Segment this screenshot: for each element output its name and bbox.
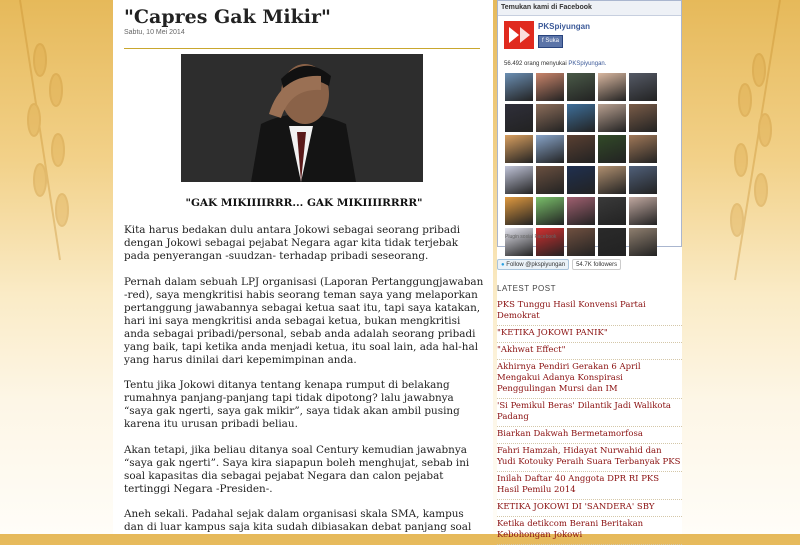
latest-post-link[interactable]: Akhirnya Pendiri Gerakan 6 April Mengaku… [497, 360, 682, 399]
fan-avatar[interactable] [505, 73, 533, 101]
wheat-decoration-right [730, 0, 781, 281]
facebook-box-header: Temukan kami di Facebook [498, 1, 681, 16]
page-logo[interactable] [504, 21, 534, 49]
fan-avatar[interactable] [598, 135, 626, 163]
fan-count-text: 56.492 orang menyukai [504, 61, 567, 67]
post-paragraph-5: Aneh sekali. Padahal sejak dalam organis… [124, 508, 472, 533]
fan-count: 56.492 orang menyukai PKSpiyungan. [504, 61, 606, 67]
fan-count-link[interactable]: PKSpiyungan. [568, 61, 606, 67]
twitter-bird-icon: ● [501, 262, 505, 268]
post-photo [181, 54, 423, 182]
fan-avatar[interactable] [536, 104, 564, 132]
fan-avatar[interactable] [505, 228, 533, 256]
fan-avatar[interactable] [598, 73, 626, 101]
latest-post-link[interactable]: 'Si Pemikul Beras' Dilantik Jadi Walikot… [497, 399, 682, 427]
latest-posts-list: PKS Tunggu Hasil Konvensi Partai Demokra… [497, 298, 682, 545]
latest-post-link[interactable]: PKS Tunggu Hasil Konvensi Partai Demokra… [497, 298, 682, 326]
post-paragraph-3: Tentu jika Jokowi ditanya tentang kenapa… [124, 379, 460, 430]
latest-post-link[interactable]: Ketika detikcom Berani Beritakan Kebohon… [497, 517, 682, 545]
post-title[interactable]: "Capres Gak Mikir" [124, 4, 484, 30]
twitter-follow: ● Follow @pkspiyungan 54.7K followers [497, 259, 622, 270]
like-label: Suka [545, 38, 560, 44]
twitter-followers-count[interactable]: 54.7K followers [572, 259, 622, 270]
fan-avatar-grid [505, 73, 660, 256]
latest-post-link[interactable]: "KETIKA JOKOWI PANIK" [497, 326, 682, 343]
fan-avatar[interactable] [505, 166, 533, 194]
latest-post-link[interactable]: KETIKA JOKOWI DI 'SANDERA' SBY [497, 500, 682, 517]
facebook-like-box: Temukan kami di Facebook PKSpiyungan f S… [497, 0, 682, 256]
facebook-plugin-footer: Plugin sosial Facebook [505, 234, 557, 240]
photo-caption: "GAK MIKIIIIRRR... GAK MIKIIIIRRRR" [185, 197, 423, 209]
fan-avatar[interactable] [629, 104, 657, 132]
facebook-like-button[interactable]: f Suka [538, 35, 564, 48]
fan-avatar[interactable] [567, 166, 595, 194]
logo-icon [504, 21, 534, 49]
post-date: Sabtu, 10 Mei 2014 [124, 29, 185, 36]
fan-avatar[interactable] [598, 166, 626, 194]
latest-post-link[interactable]: Inilah Daftar 40 Anggota DPR RI PKS Hasi… [497, 472, 682, 500]
fan-avatar[interactable] [598, 197, 626, 225]
facebook-page-name[interactable]: PKSpiyungan [538, 22, 590, 31]
fan-avatar[interactable] [629, 73, 657, 101]
fan-avatar[interactable] [629, 197, 657, 225]
post-paragraph-1: Kita harus bedakan dulu antara Jokowi se… [124, 224, 461, 262]
twitter-follow-label: Follow @pkspiyungan [506, 262, 566, 268]
fan-avatar[interactable] [536, 228, 564, 256]
fan-avatar[interactable] [567, 197, 595, 225]
fan-avatar[interactable] [536, 135, 564, 163]
fan-avatar[interactable] [536, 166, 564, 194]
blog-post: "Capres Gak Mikir" Sabtu, 10 Mei 2014 "G… [124, 0, 484, 533]
post-paragraph-4: Akan tetapi, jika beliau ditanya soal Ce… [124, 444, 470, 495]
title-divider [124, 48, 480, 49]
fan-avatar[interactable] [505, 197, 533, 225]
fan-avatar[interactable] [567, 73, 595, 101]
fan-avatar[interactable] [598, 104, 626, 132]
fan-avatar[interactable] [536, 73, 564, 101]
fan-avatar[interactable] [505, 135, 533, 163]
latest-post-link[interactable]: Fahri Hamzah, Hidayat Nurwahid dan Yudi … [497, 444, 682, 472]
fan-avatar[interactable] [598, 228, 626, 256]
fan-avatar[interactable] [629, 135, 657, 163]
fan-avatar[interactable] [629, 166, 657, 194]
fan-avatar[interactable] [567, 135, 595, 163]
twitter-follow-button[interactable]: ● Follow @pkspiyungan [497, 259, 570, 270]
fan-avatar[interactable] [536, 197, 564, 225]
wheat-decoration-left [19, 0, 69, 261]
latest-post-link[interactable]: Biarkan Dakwah Bermetamorfosa [497, 427, 682, 444]
fan-avatar[interactable] [629, 228, 657, 256]
fan-avatar[interactable] [505, 104, 533, 132]
latest-posts-heading: LATEST POST [497, 284, 556, 293]
fan-avatar[interactable] [567, 104, 595, 132]
latest-post-link[interactable]: "Akhwat Effect" [497, 343, 682, 360]
sidebar: Temukan kami di Facebook PKSpiyungan f S… [497, 0, 682, 545]
fan-avatar[interactable] [567, 228, 595, 256]
post-paragraph-2: Pernah dalam sebuah LPJ organisasi (Lapo… [124, 276, 484, 366]
